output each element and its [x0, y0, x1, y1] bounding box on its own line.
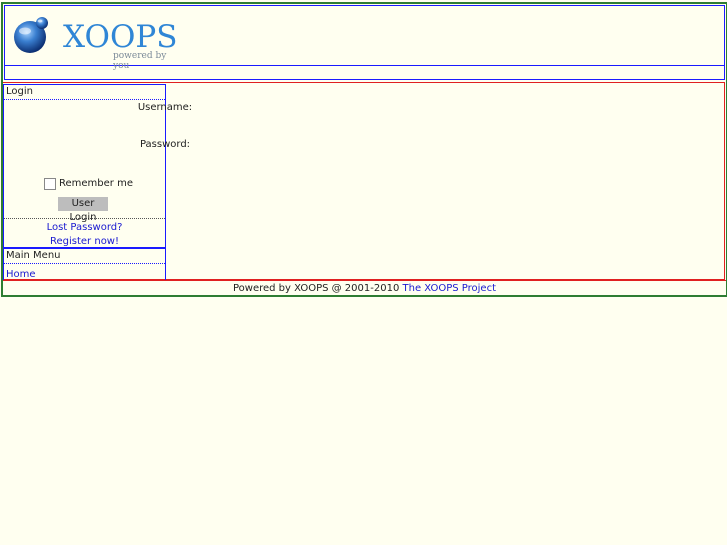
username-label: Username:	[137, 102, 193, 113]
remember-me-label: Remember me	[59, 178, 133, 189]
footer-project-link[interactable]: The XOOPS Project	[403, 283, 497, 294]
remember-me-checkbox[interactable]	[44, 178, 56, 190]
left-column: Login Username: Password: Remember me Us…	[3, 84, 192, 281]
content-area: Login Username: Password: Remember me Us…	[3, 82, 725, 281]
main-menu-title: Main Menu	[4, 249, 165, 264]
footer-text: Powered by XOOPS @ 2001-2010	[232, 283, 403, 294]
page-frame: XOOPS powered by you Login Username: Pas…	[1, 2, 727, 297]
logo-text: XOOPS	[63, 19, 178, 55]
password-label: Password:	[139, 139, 191, 150]
main-menu-block: Main Menu Home	[4, 249, 165, 280]
username-input[interactable]	[50, 118, 118, 133]
site-footer: Powered by XOOPS @ 2001-2010 The XOOPS P…	[3, 280, 726, 296]
login-block-title: Login	[4, 85, 165, 100]
main-menu-item-home[interactable]: Home	[6, 269, 36, 280]
register-link[interactable]: Register now!	[4, 236, 165, 247]
header-bar	[4, 66, 725, 80]
login-form: Username: Password: Remember me User Log…	[4, 100, 192, 223]
user-login-button[interactable]: User Login	[58, 197, 108, 223]
xoops-globe-icon	[14, 17, 48, 53]
login-block: Login Username: Password: Remember me Us…	[4, 85, 192, 249]
lost-password-link[interactable]: Lost Password?	[4, 222, 165, 233]
site-logo[interactable]: XOOPS powered by you	[11, 15, 181, 71]
password-input[interactable]	[50, 155, 118, 170]
site-header: XOOPS powered by you	[4, 5, 725, 71]
